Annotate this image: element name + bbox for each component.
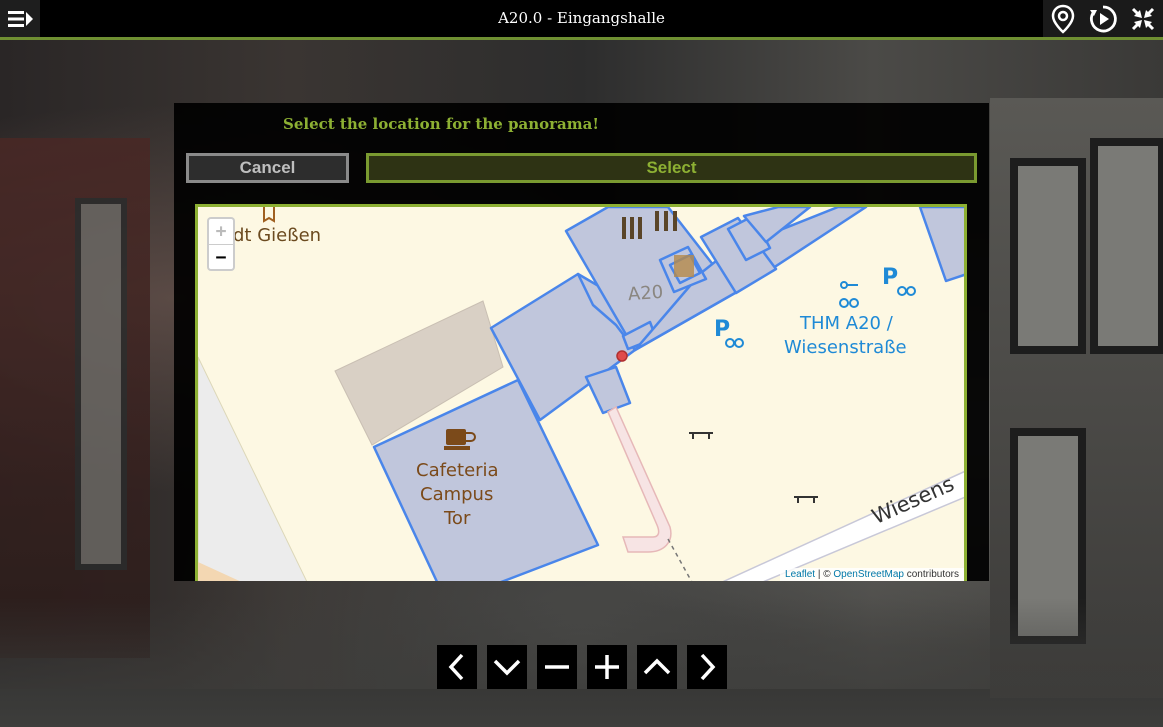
top-bar: A20.0 - Eingangshalle [0,0,1163,40]
chevron-up-icon [643,658,671,675]
page-title: A20.0 - Eingangshalle [498,9,665,27]
map-label-campus-1: THM A20 / [800,313,893,334]
cancel-button[interactable]: Cancel [186,153,349,183]
select-button[interactable]: Select [366,153,977,183]
menu-button[interactable] [0,0,40,37]
parking-icon: P [714,317,731,342]
map-label-cafe-2: Campus [420,484,494,505]
zoom-control: + − [207,217,235,271]
location-pin-icon [1051,4,1075,34]
map-attribution: Leaflet | © OpenStreetMap contributors [780,568,964,581]
location-button[interactable] [1045,0,1081,37]
fullscreen-button[interactable] [1125,0,1161,37]
dialog-title: Select the location for the panorama! [283,115,599,133]
pan-down-button[interactable] [487,645,527,689]
chevron-right-icon [700,653,716,681]
fullscreen-icon [1131,7,1155,30]
location-dialog: Select the location for the panorama! Ca… [174,103,989,581]
attribution-separator: | © [815,569,834,580]
map-tiles [198,207,964,581]
zoom-out-button[interactable]: − [209,245,233,270]
osm-link[interactable]: OpenStreetMap [833,569,904,580]
pan-right-button[interactable] [687,645,727,689]
location-map[interactable]: dt Gießen A20 P P THM A20 / Wiesenstraße… [195,204,967,581]
chevron-down-icon [493,659,521,676]
menu-icon [8,10,33,27]
play-icon [1090,5,1117,32]
pan-left-button[interactable] [437,645,477,689]
map-label-town: dt Gießen [233,225,322,246]
map-label-building: A20 [627,281,664,306]
map-label-cafe-1: Cafeteria [416,460,499,481]
zoom-in-nav-button[interactable] [587,645,627,689]
autoplay-button[interactable] [1085,0,1121,37]
parking-icon: P [882,265,899,290]
plus-icon [595,655,619,679]
chevron-left-icon [448,653,464,681]
attribution-suffix: contributors [903,569,959,580]
leaflet-link[interactable]: Leaflet [785,569,815,580]
map-label-cafe-3: Tor [444,508,471,529]
pan-up-button[interactable] [637,645,677,689]
bottom-navigation [437,645,727,689]
map-label-campus-2: Wiesenstraße [784,337,907,358]
panorama-door-left [0,138,150,658]
zoom-out-nav-button[interactable] [537,645,577,689]
zoom-in-button[interactable]: + [209,219,233,245]
top-toolbar [1043,0,1163,37]
minus-icon [545,665,569,669]
